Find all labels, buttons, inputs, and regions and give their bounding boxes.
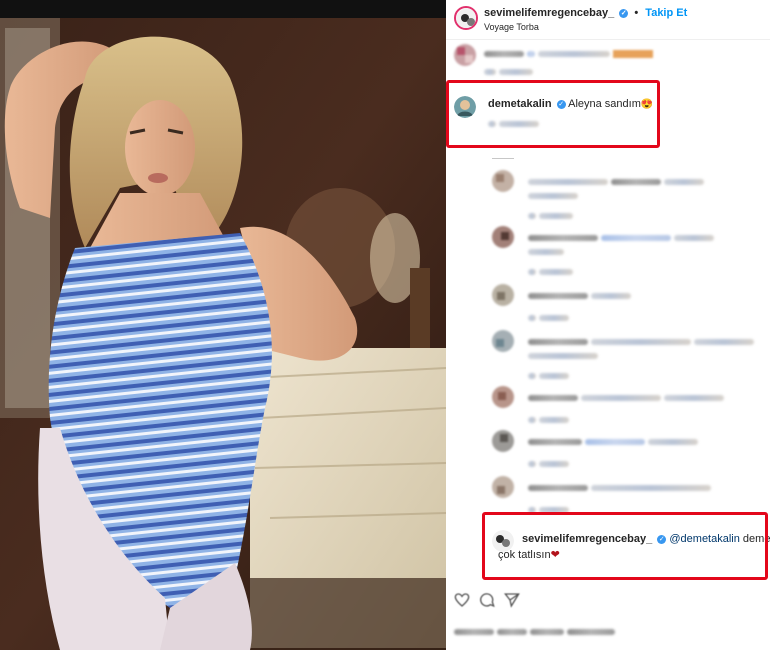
- post-author-username[interactable]: sevimelifemregencebay_: [484, 7, 614, 19]
- verified-badge-icon: ✓: [619, 8, 629, 18]
- blurred-comment-meta: [484, 66, 534, 78]
- blurred-reply-2: [492, 226, 762, 276]
- post-header-line: sevimelifemregencebay_ ✓ • Takip Et: [484, 7, 687, 19]
- avatar-image: [456, 8, 476, 28]
- heart-icon[interactable]: [454, 592, 470, 611]
- blurred-likes-line: [454, 626, 616, 638]
- blurred-reply-1: [492, 170, 762, 220]
- post-header: sevimelifemregencebay_ ✓ • Takip Et Voya…: [446, 0, 770, 40]
- blurred-reply-4: [492, 330, 762, 380]
- highlight-box-author-reply: [482, 512, 768, 580]
- separator-dot: •: [634, 7, 639, 19]
- blurred-reply-6: [492, 430, 762, 470]
- blurred-comment-text: [484, 48, 654, 60]
- comment-icon[interactable]: [479, 592, 495, 611]
- blurred-reply-5: [492, 386, 762, 426]
- share-icon[interactable]: [504, 592, 520, 611]
- blurred-avatar: [454, 44, 476, 66]
- photo-illustration: [0, 18, 446, 650]
- highlight-box-demetakalin: [446, 80, 660, 148]
- follow-button[interactable]: Takip Et: [645, 7, 687, 19]
- blurred-reply-7: [492, 476, 762, 516]
- post-author-avatar[interactable]: [454, 6, 478, 30]
- post-action-bar: [454, 592, 526, 612]
- blurred-comment-caption: [454, 44, 764, 80]
- top-black-bar: [0, 0, 446, 18]
- post-location[interactable]: Voyage Torba: [484, 22, 539, 32]
- view-replies-line: [492, 152, 514, 164]
- comments-panel: sevimelifemregencebay_ ✓ • Takip Et Voya…: [446, 0, 770, 650]
- blurred-reply-3: [492, 284, 762, 324]
- post-photo[interactable]: [0, 18, 446, 650]
